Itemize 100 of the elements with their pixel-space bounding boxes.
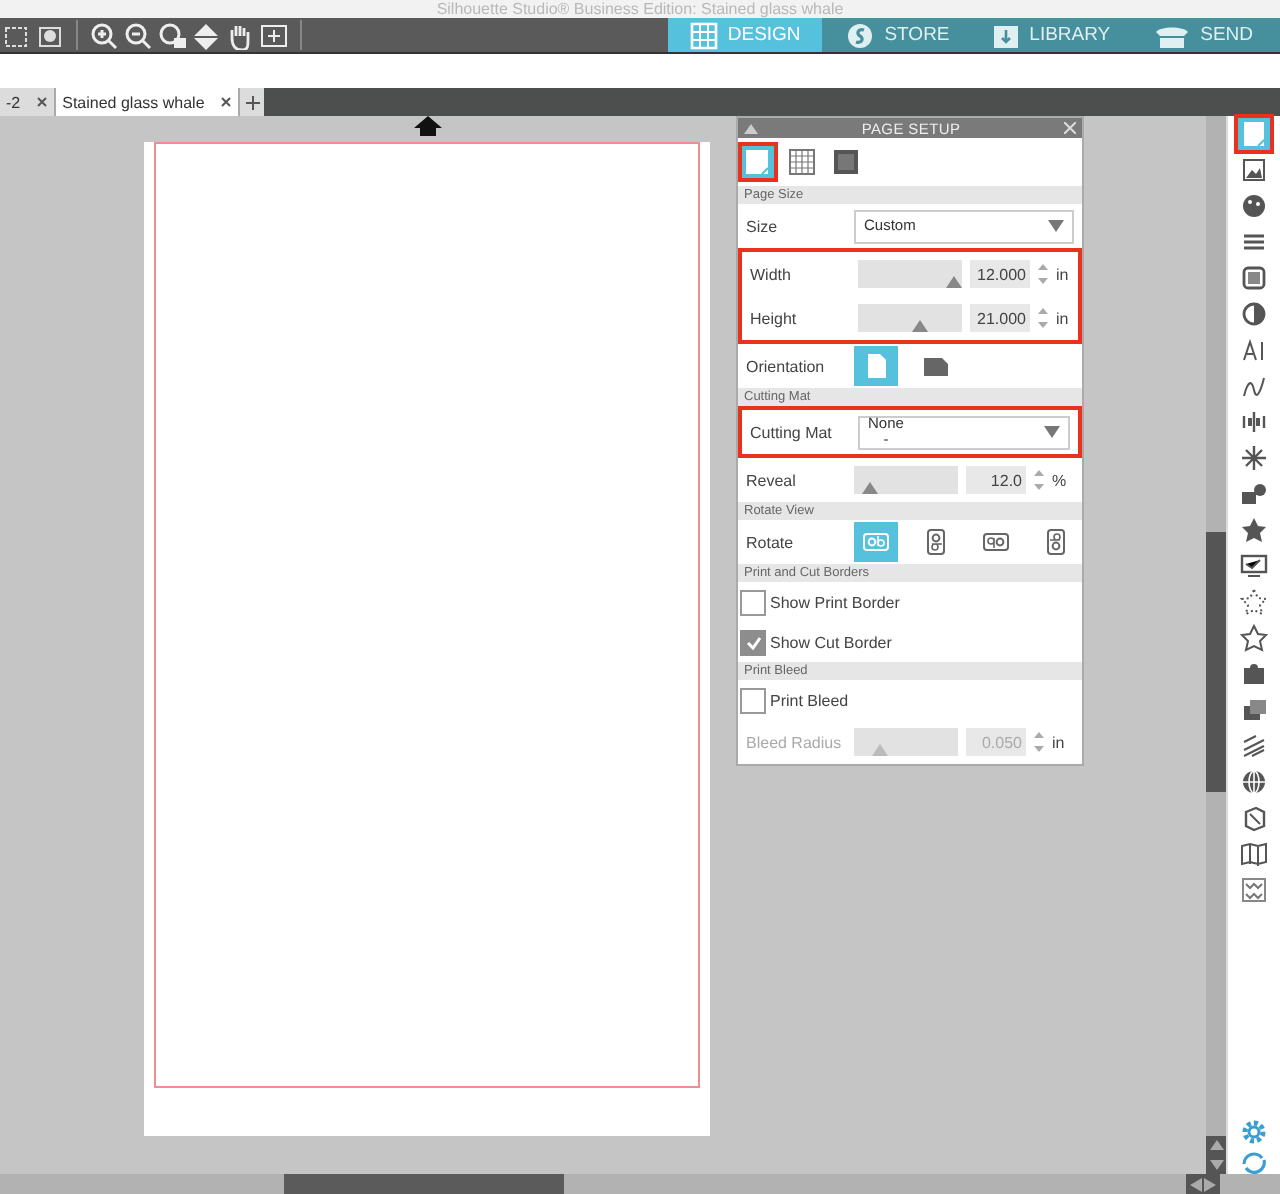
dropdown-caret-icon — [1048, 220, 1064, 232]
checkbox[interactable] — [740, 629, 766, 655]
grid-tab[interactable] — [786, 146, 818, 178]
zoom-fit-icon[interactable] — [158, 21, 186, 49]
checkbox-label: Show Print Border — [770, 593, 900, 611]
dropdown-caret-icon — [1044, 426, 1060, 438]
folder-icon — [991, 21, 1020, 49]
refresh-icon[interactable] — [1240, 1150, 1269, 1174]
checkbox[interactable] — [740, 687, 766, 713]
stripes-icon — [1240, 732, 1269, 760]
star-outline-icon — [1240, 624, 1269, 652]
slider-thumb[interactable] — [945, 276, 962, 288]
unit-label: % — [1052, 471, 1067, 489]
page-button[interactable] — [1238, 118, 1271, 150]
arrow-up-icon — [414, 116, 442, 136]
close-icon[interactable] — [220, 96, 233, 108]
slider[interactable] — [854, 466, 958, 494]
sparkle-button[interactable] — [1238, 442, 1271, 474]
field-label: Reveal — [746, 471, 798, 489]
field-label: Cutting Mat — [750, 423, 834, 441]
contrast-icon — [1240, 300, 1269, 328]
number-field[interactable]: 12.0 — [966, 466, 1026, 494]
document-tab[interactable]: Stained glass whale — [56, 88, 241, 116]
star-icon — [1240, 516, 1269, 544]
collapse-icon[interactable] — [744, 123, 758, 133]
slider-thumb[interactable] — [861, 482, 878, 494]
add-tab-button[interactable] — [240, 88, 265, 116]
frame-icon — [832, 148, 860, 176]
rotated-frame-icon — [922, 528, 950, 556]
unit-label: in — [1056, 265, 1069, 283]
scrollbar-thumb[interactable] — [284, 1174, 564, 1194]
align-button[interactable] — [1238, 406, 1271, 438]
unit-label: in — [1052, 733, 1065, 751]
rotated-frame-icon — [1042, 528, 1070, 556]
monitor-button[interactable] — [1238, 550, 1271, 582]
slider-thumb[interactable] — [912, 320, 929, 332]
zoom-out-icon[interactable] — [124, 21, 152, 49]
page-icon — [744, 148, 772, 176]
slider[interactable] — [858, 304, 962, 332]
layers-icon — [1240, 696, 1269, 724]
scroll-down-icon[interactable] — [1209, 1159, 1224, 1170]
field-label: Rotate — [746, 533, 796, 551]
settings-icon[interactable] — [1240, 1118, 1269, 1146]
rotated-frame-icon — [982, 528, 1010, 556]
layers-button[interactable] — [1238, 694, 1271, 726]
field-label: Height — [750, 309, 799, 327]
field-label: Orientation — [746, 357, 827, 375]
number-field[interactable]: 12.000 — [970, 260, 1030, 288]
zoom-in-icon[interactable] — [90, 21, 118, 49]
cube-icon — [1240, 804, 1269, 832]
window-title: Silhouette Studio® Business Edition: Stained glass whale — [436, 0, 844, 18]
star-button[interactable] — [1238, 514, 1271, 546]
map-icon — [1240, 840, 1269, 868]
page-icon — [1240, 120, 1269, 148]
square-button[interactable] — [1238, 262, 1271, 294]
palette-button[interactable] — [1238, 190, 1271, 222]
point-edit-icon[interactable] — [36, 21, 64, 49]
scrollbar-thumb[interactable] — [1206, 532, 1227, 792]
scroll-left-icon[interactable] — [1190, 1177, 1202, 1191]
dotted-star-icon — [1240, 588, 1269, 616]
scrollbar[interactable] — [1206, 116, 1227, 1174]
landscape-page-icon — [922, 352, 950, 380]
align-icon — [1240, 408, 1269, 436]
scroll-up-icon[interactable] — [1209, 1140, 1224, 1151]
map-button[interactable] — [1238, 838, 1271, 870]
unit-label: in — [1056, 309, 1069, 327]
plus-icon — [245, 95, 260, 109]
slider[interactable] — [858, 260, 962, 288]
image-button[interactable] — [1238, 154, 1271, 186]
globe-icon — [1240, 768, 1269, 796]
select-icon[interactable] — [2, 21, 30, 49]
square-icon — [1240, 264, 1269, 292]
rotated-frame-icon — [862, 528, 890, 556]
checkbox[interactable] — [740, 589, 766, 615]
grid-icon — [788, 148, 816, 176]
field-label: Width — [750, 265, 793, 283]
portrait-page-icon — [862, 352, 890, 380]
hand-icon[interactable] — [226, 21, 254, 49]
store-icon — [846, 21, 875, 49]
document-tab[interactable]: -2 — [0, 88, 57, 116]
field-label: Bleed Radius — [746, 733, 844, 751]
checkbox-label: Print Bleed — [770, 691, 849, 709]
add-page-icon[interactable] — [260, 21, 288, 49]
shapes-icon — [1240, 480, 1269, 508]
contrast-button[interactable] — [1238, 298, 1271, 330]
checkbox-label: Show Cut Border — [770, 633, 892, 651]
sparkle-icon — [1240, 444, 1269, 472]
puzzle-icon — [1240, 660, 1269, 688]
globe-button[interactable] — [1238, 766, 1271, 798]
pattern-button[interactable] — [1238, 874, 1271, 906]
scroll-right-icon[interactable] — [1204, 1177, 1216, 1191]
image-icon — [1240, 156, 1269, 184]
checkmark-icon — [745, 635, 761, 649]
frame-tab[interactable] — [830, 146, 862, 178]
shapes-button[interactable] — [1238, 478, 1271, 510]
dotted-star-button[interactable] — [1238, 586, 1271, 618]
star-outline-button[interactable] — [1238, 622, 1271, 654]
close-icon[interactable] — [36, 96, 49, 108]
palette-icon — [1240, 192, 1269, 220]
number-field[interactable]: 21.000 — [970, 304, 1030, 332]
